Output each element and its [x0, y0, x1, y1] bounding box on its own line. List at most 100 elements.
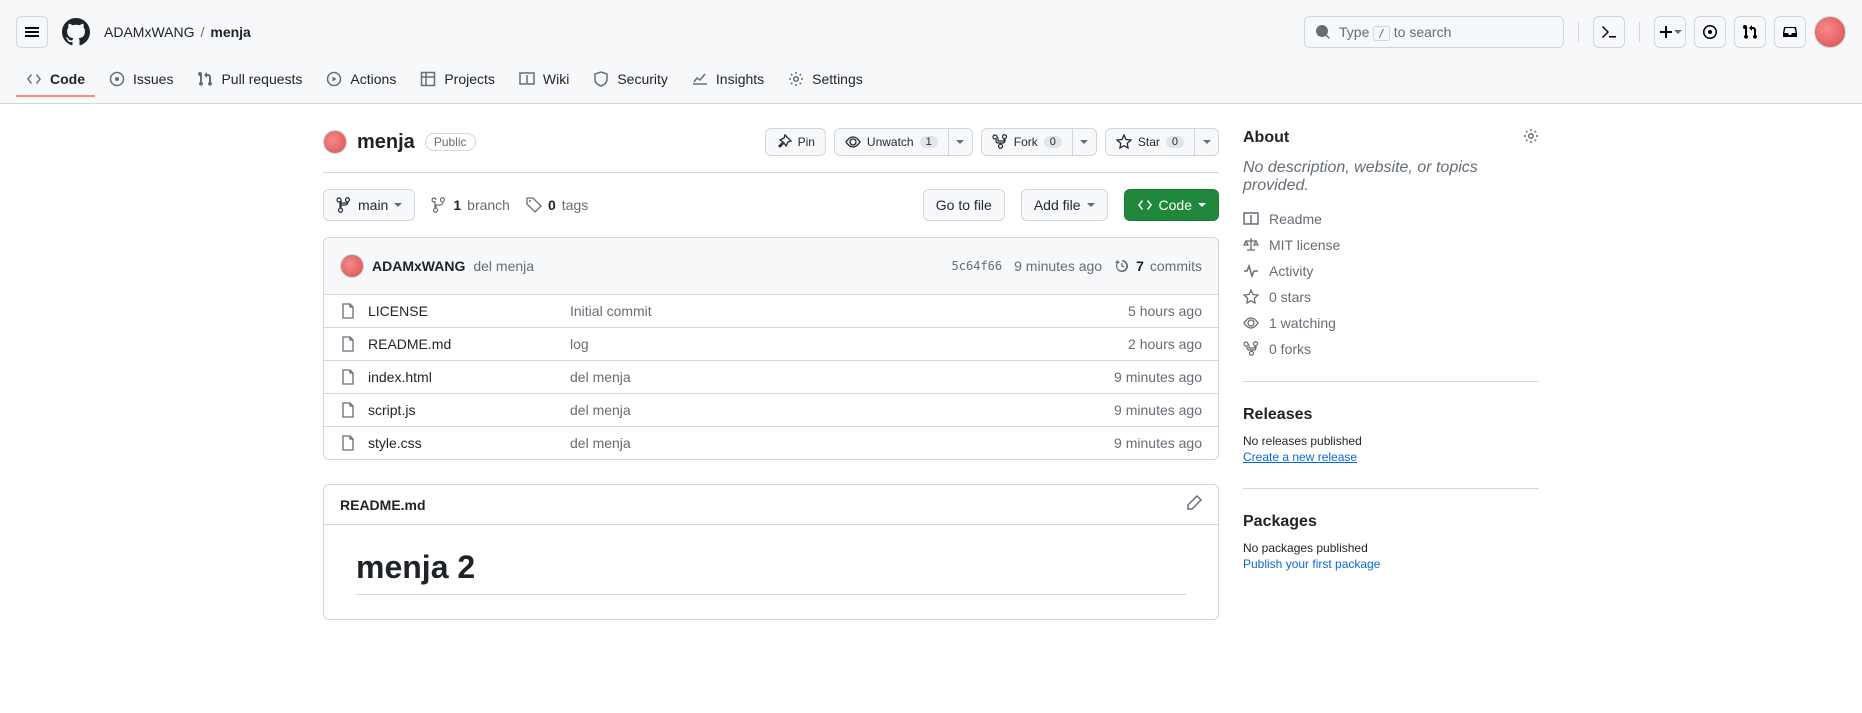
notifications-button[interactable]	[1774, 16, 1806, 48]
fork-icon	[1243, 341, 1259, 357]
file-name-link[interactable]: style.css	[368, 435, 422, 451]
star-dropdown[interactable]	[1195, 128, 1219, 156]
repo-avatar	[323, 130, 347, 154]
about-watching-link[interactable]: 1 watching	[1243, 315, 1539, 331]
about-stars-link[interactable]: 0 stars	[1243, 289, 1539, 305]
file-name-link[interactable]: script.js	[368, 402, 415, 418]
file-icon	[340, 435, 356, 451]
file-row: style.css del menja9 minutes ago	[324, 426, 1218, 459]
file-name-link[interactable]: index.html	[368, 369, 432, 385]
plus-icon	[1658, 24, 1674, 40]
create-new-button[interactable]	[1654, 16, 1686, 48]
commit-message[interactable]: del menja	[473, 258, 534, 274]
caret-down-icon	[956, 138, 964, 146]
commit-time[interactable]: 9 minutes ago	[1014, 258, 1102, 274]
about-forks-link[interactable]: 0 forks	[1243, 341, 1539, 357]
user-avatar[interactable]	[1814, 16, 1846, 48]
nav-wiki[interactable]: Wiki	[509, 63, 579, 97]
about-title: About	[1243, 129, 1289, 147]
about-head: About	[1243, 128, 1539, 147]
file-time: 9 minutes ago	[1114, 435, 1202, 451]
hamburger-button[interactable]	[16, 16, 48, 48]
fork-button[interactable]: Fork0	[981, 128, 1073, 156]
fork-dropdown[interactable]	[1073, 128, 1097, 156]
star-button[interactable]: Star0	[1105, 128, 1195, 156]
issue-icon	[109, 71, 125, 87]
goto-file-button[interactable]: Go to file	[923, 189, 1005, 221]
divider	[1578, 22, 1579, 42]
about-activity-link[interactable]: Activity	[1243, 263, 1539, 279]
file-name-link[interactable]: LICENSE	[368, 303, 428, 319]
add-file-button[interactable]: Add file	[1021, 189, 1108, 221]
file-commit-msg[interactable]: Initial commit	[570, 303, 1128, 319]
readme-filename[interactable]: README.md	[340, 497, 426, 513]
file-commit-msg[interactable]: del menja	[570, 435, 1114, 451]
file-row: LICENSEInitial commit5 hours ago	[324, 295, 1218, 327]
eye-icon	[1243, 315, 1259, 331]
file-commit-msg[interactable]: del menja	[570, 369, 1114, 385]
repo-settings-button[interactable]	[1523, 128, 1539, 147]
nav-insights[interactable]: Insights	[682, 63, 774, 97]
pr-icon	[1742, 24, 1758, 40]
github-logo[interactable]	[60, 16, 92, 48]
packages-title: Packages	[1243, 513, 1539, 531]
nav-settings[interactable]: Settings	[778, 63, 873, 97]
console-icon	[1601, 24, 1617, 40]
unwatch-button[interactable]: Unwatch1	[834, 128, 949, 156]
file-row: index.htmldel menja9 minutes ago	[324, 360, 1218, 393]
file-icon	[340, 402, 356, 418]
history-icon	[1114, 258, 1130, 274]
file-name-link[interactable]: README.md	[368, 336, 451, 352]
commit-sha[interactable]: 5c64f66	[952, 259, 1003, 273]
nav-projects[interactable]: Projects	[410, 63, 505, 97]
command-palette-button[interactable]	[1593, 16, 1625, 48]
code-button[interactable]: Code	[1124, 189, 1219, 221]
commit-author[interactable]: ADAMxWANG	[372, 258, 465, 274]
branch-selector[interactable]: main	[323, 189, 415, 221]
tags-link[interactable]: 0tags	[526, 197, 588, 213]
pin-icon	[776, 134, 792, 150]
file-commit-msg[interactable]: log	[570, 336, 1128, 352]
packages-section: Packages No packages published Publish y…	[1243, 488, 1539, 571]
breadcrumb-repo[interactable]: menja	[210, 24, 250, 40]
about-readme-link[interactable]: Readme	[1243, 211, 1539, 227]
search-input[interactable]: Type / to search	[1304, 16, 1564, 48]
nav-actions[interactable]: Actions	[316, 63, 406, 97]
pin-button[interactable]: Pin	[765, 128, 826, 156]
releases-none: No releases published	[1243, 434, 1539, 448]
commits-link[interactable]: 7commits	[1114, 258, 1202, 274]
file-icon	[340, 303, 356, 319]
table-icon	[420, 71, 436, 87]
nav-issues[interactable]: Issues	[99, 63, 183, 97]
search-placeholder: Type / to search	[1339, 24, 1451, 40]
star-icon	[1243, 289, 1259, 305]
file-icon	[340, 336, 356, 352]
breadcrumb-sep: /	[200, 24, 204, 40]
about-license-link[interactable]: MIT license	[1243, 237, 1539, 253]
edit-readme-button[interactable]	[1186, 495, 1202, 514]
commit-avatar[interactable]	[340, 254, 364, 278]
repo-visibility: Public	[425, 133, 476, 151]
page-container: menja Public Pin Unwatch1 Fork0 Star0	[291, 104, 1571, 644]
file-table: LICENSEInitial commit5 hours agoREADME.m…	[323, 295, 1219, 460]
repo-title[interactable]: menja	[357, 131, 415, 154]
repo-head: menja Public Pin Unwatch1 Fork0 Star0	[323, 128, 1219, 173]
publish-package-link[interactable]: Publish your first package	[1243, 557, 1380, 571]
nav-security[interactable]: Security	[583, 63, 678, 97]
file-icon	[340, 369, 356, 385]
tag-icon	[526, 197, 542, 213]
file-time: 2 hours ago	[1128, 336, 1202, 352]
pull-requests-tray-button[interactable]	[1734, 16, 1766, 48]
breadcrumb-owner[interactable]: ADAMxWANG	[104, 24, 194, 40]
eye-icon	[845, 134, 861, 150]
nav-code[interactable]: Code	[16, 63, 95, 97]
book-icon	[519, 71, 535, 87]
issues-tray-button[interactable]	[1694, 16, 1726, 48]
gear-icon	[788, 71, 804, 87]
branches-link[interactable]: 1branch	[431, 197, 510, 213]
nav-pulls[interactable]: Pull requests	[187, 63, 312, 97]
pr-icon	[197, 71, 213, 87]
file-commit-msg[interactable]: del menja	[570, 402, 1114, 418]
watch-dropdown[interactable]	[949, 128, 973, 156]
create-release-link[interactable]: Create a new release	[1243, 450, 1357, 464]
